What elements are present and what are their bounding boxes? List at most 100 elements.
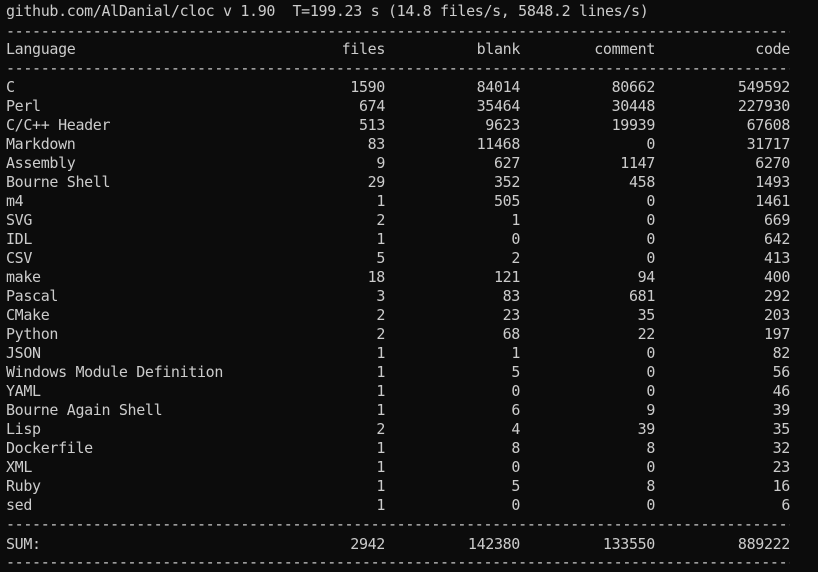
- cell-files: 1: [376, 192, 385, 210]
- table-row: Python 2 68 22 197: [6, 325, 796, 344]
- table-row: CMake 2 23 35 203: [6, 306, 796, 325]
- column-header-blank: blank: [476, 40, 521, 58]
- table-row: C 1590 84014 80662 549592: [6, 78, 796, 97]
- cell-code: 642: [763, 230, 790, 248]
- cell-blank: 4: [511, 420, 520, 438]
- cell-code: 39: [772, 401, 791, 419]
- column-header-files: files: [341, 40, 386, 58]
- cell-code: 56: [772, 363, 791, 381]
- column-header-code: code: [755, 40, 790, 58]
- sum-label: SUM:: [6, 535, 41, 553]
- cell-code: 35: [772, 420, 791, 438]
- table-row: IDL 1 0 0 642: [6, 230, 796, 249]
- cell-blank: 8: [511, 439, 520, 457]
- cell-comment: 9: [646, 401, 655, 419]
- cell-files: 513: [358, 116, 385, 134]
- separator-rule-header: ----------------------------------------…: [6, 59, 790, 77]
- cell-code: 549592: [737, 78, 790, 96]
- table-row: sed 1 0 0 6: [6, 496, 796, 515]
- cell-language: Markdown: [6, 135, 76, 153]
- table-row: Bourne Again Shell 1 6 9 39: [6, 401, 796, 420]
- cell-language: IDL: [6, 230, 33, 248]
- cell-code: 31717: [746, 135, 791, 153]
- cell-code: 400: [763, 268, 790, 286]
- cell-language: Bourne Shell: [6, 173, 111, 191]
- cell-language: Lisp: [6, 420, 41, 438]
- cell-code: 67608: [746, 116, 791, 134]
- cell-code: 203: [763, 306, 790, 324]
- cell-blank: 1: [511, 211, 520, 229]
- cell-language: CMake: [6, 306, 50, 324]
- table-row: Markdown 83 11468 0 31717: [6, 135, 796, 154]
- cell-files: 1: [376, 363, 385, 381]
- cell-files: 5: [376, 249, 385, 267]
- cell-blank: 352: [493, 173, 520, 191]
- cell-blank: 1: [511, 344, 520, 362]
- cell-blank: 9623: [485, 116, 520, 134]
- cell-code: 1461: [755, 192, 790, 210]
- cell-comment: 8: [646, 477, 655, 495]
- cell-language: Ruby: [6, 477, 41, 495]
- cell-code: 46: [772, 382, 791, 400]
- separator-rule-bottom: ----------------------------------------…: [6, 553, 790, 571]
- cell-comment: 30448: [611, 97, 656, 115]
- sum-comment: 133550: [602, 535, 655, 553]
- table-row: Windows Module Definition 1 5 0 56: [6, 363, 796, 382]
- cell-files: 2: [376, 306, 385, 324]
- cell-code: 6270: [755, 154, 790, 172]
- terminal-window[interactable]: github.com/AlDanial/cloc v 1.90 T=199.23…: [0, 0, 818, 571]
- cell-blank: 23: [502, 306, 521, 324]
- cell-comment: 22: [637, 325, 656, 343]
- cell-code: 6: [781, 496, 790, 514]
- cell-blank: 0: [511, 230, 520, 248]
- cell-comment: 681: [628, 287, 655, 305]
- cell-comment: 0: [646, 211, 655, 229]
- cell-comment: 1147: [620, 154, 655, 172]
- cell-code: 669: [763, 211, 790, 229]
- column-header-comment: comment: [594, 40, 655, 58]
- cell-blank: 0: [511, 458, 520, 476]
- cell-language: Bourne Again Shell: [6, 401, 163, 419]
- cell-blank: 0: [511, 496, 520, 514]
- cell-code: 197: [763, 325, 790, 343]
- column-header-language: Language: [6, 40, 76, 58]
- cell-language: XML: [6, 458, 33, 476]
- cell-files: 1: [376, 477, 385, 495]
- cell-code: 1493: [755, 173, 790, 191]
- cell-files: 3: [376, 287, 385, 305]
- table-row: make 18 121 94 400: [6, 268, 796, 287]
- cell-blank: 5: [511, 477, 520, 495]
- cell-language: Pascal: [6, 287, 59, 305]
- cell-language: C/C++ Header: [6, 116, 111, 134]
- separator-rule-top: ----------------------------------------…: [6, 22, 790, 40]
- table-row: Bourne Shell 29 352 458 1493: [6, 173, 796, 192]
- cell-language: Assembly: [6, 154, 76, 172]
- sum-code: 889222: [737, 535, 790, 553]
- cell-comment: 0: [646, 382, 655, 400]
- cell-comment: 39: [637, 420, 656, 438]
- table-row: CSV 5 2 0 413: [6, 249, 796, 268]
- sum-files: 2942: [350, 535, 385, 553]
- cell-blank: 505: [493, 192, 520, 210]
- cell-code: 292: [763, 287, 790, 305]
- cell-language: m4: [6, 192, 24, 210]
- cell-language: JSON: [6, 344, 41, 362]
- table-header-row: Language files blank comment code: [6, 40, 796, 59]
- cell-comment: 0: [646, 363, 655, 381]
- cell-files: 1: [376, 401, 385, 419]
- table-row: SVG 2 1 0 669: [6, 211, 796, 230]
- cell-files: 1: [376, 344, 385, 362]
- cell-files: 18: [367, 268, 386, 286]
- cell-code: 227930: [737, 97, 790, 115]
- cloc-info-line: github.com/AlDanial/cloc v 1.90 T=199.23…: [6, 2, 649, 20]
- sum-blank: 142380: [467, 535, 520, 553]
- cell-comment: 0: [646, 458, 655, 476]
- cell-comment: 94: [637, 268, 656, 286]
- cell-language: YAML: [6, 382, 41, 400]
- table-row: Lisp 2 4 39 35: [6, 420, 796, 439]
- cell-code: 16: [772, 477, 791, 495]
- cell-comment: 35: [637, 306, 656, 324]
- cell-blank: 627: [493, 154, 520, 172]
- cell-language: sed: [6, 496, 33, 514]
- cell-files: 1: [376, 439, 385, 457]
